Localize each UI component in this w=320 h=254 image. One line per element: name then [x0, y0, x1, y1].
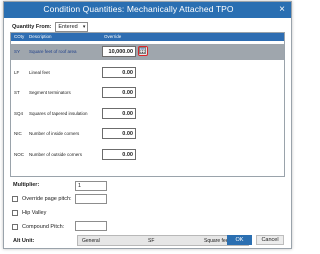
grid-header: COty Description Override	[11, 33, 284, 41]
row-description: Number of inside corners	[29, 131, 80, 136]
row-uom: SQ4	[14, 111, 24, 116]
multiplier-label: Multiplier:	[13, 182, 40, 188]
column-header-override[interactable]: Override	[104, 34, 121, 39]
compound-pitch-label: Compound Pitch:	[22, 224, 65, 230]
compound-pitch-input[interactable]	[75, 221, 107, 231]
row-description: Squares of tapered insulation	[29, 111, 88, 116]
column-header-uom[interactable]: COty	[14, 34, 24, 39]
row-description: Number of outside corners	[29, 152, 83, 157]
chevron-down-icon: ▾	[82, 24, 86, 30]
quantities-grid: COty Description Override SY Square feet…	[10, 32, 285, 177]
override-page-pitch-label: Override page pitch:	[22, 196, 72, 202]
dialog-titlebar: Condition Quantities: Mechanically Attac…	[4, 2, 291, 18]
override-input[interactable]: 0.00	[102, 87, 136, 98]
override-input[interactable]: 0.00	[102, 128, 136, 139]
table-row[interactable]: LF Lineal feet 0.00	[11, 65, 284, 81]
table-row[interactable]: ST Segment terminators 0.00	[11, 85, 284, 101]
alt-unit-code: SF	[148, 238, 155, 244]
calculator-icon	[139, 47, 146, 54]
alt-unit-label: Alt Unit:	[13, 238, 35, 244]
alt-unit-category: General	[82, 238, 100, 244]
override-input[interactable]: 0.00	[102, 149, 136, 160]
calculator-button[interactable]	[138, 46, 148, 56]
quantity-from-value: Entered	[58, 24, 78, 30]
quantity-from-select[interactable]: Entered ▾	[55, 22, 89, 32]
compound-pitch-checkbox[interactable]	[12, 224, 18, 230]
row-uom: LF	[14, 70, 20, 75]
condition-quantities-dialog: Condition Quantities: Mechanically Attac…	[3, 1, 292, 249]
row-description: Segment terminators	[29, 90, 71, 95]
override-input[interactable]: 0.00	[102, 67, 136, 78]
close-icon[interactable]: ×	[276, 4, 288, 16]
table-row[interactable]: SY Square feet of roof area 10,000.00	[11, 44, 284, 60]
table-row[interactable]: NOC Number of outside corners 0.00	[11, 147, 284, 163]
table-row[interactable]: SQ4 Squares of tapered insulation 0.00	[11, 106, 284, 122]
table-row[interactable]: NIC Number of inside corners 0.00	[11, 126, 284, 142]
row-description: Square feet of roof area	[29, 49, 77, 54]
override-page-pitch-input[interactable]	[75, 194, 107, 204]
override-page-pitch-checkbox[interactable]	[12, 196, 18, 202]
alt-unit-select[interactable]: General SF Square feet o ▾	[77, 235, 249, 246]
row-description: Lineal feet	[29, 70, 50, 75]
hip-valley-checkbox[interactable]	[12, 210, 18, 216]
column-header-description[interactable]: Description	[29, 34, 52, 39]
row-uom: SY	[14, 49, 21, 54]
row-uom: NIC	[14, 131, 22, 136]
ok-button[interactable]: OK	[227, 235, 252, 245]
multiplier-input[interactable]: 1	[75, 181, 107, 191]
quantity-from-label: Quantity From:	[12, 24, 52, 30]
dialog-title: Condition Quantities: Mechanically Attac…	[43, 4, 234, 14]
hip-valley-label: Hip Valley	[22, 210, 47, 216]
row-uom: ST	[14, 90, 20, 95]
override-input[interactable]: 10,000.00	[102, 46, 136, 57]
cancel-button[interactable]: Cancel	[256, 235, 284, 245]
override-input[interactable]: 0.00	[102, 108, 136, 119]
row-uom: NOC	[14, 152, 24, 157]
